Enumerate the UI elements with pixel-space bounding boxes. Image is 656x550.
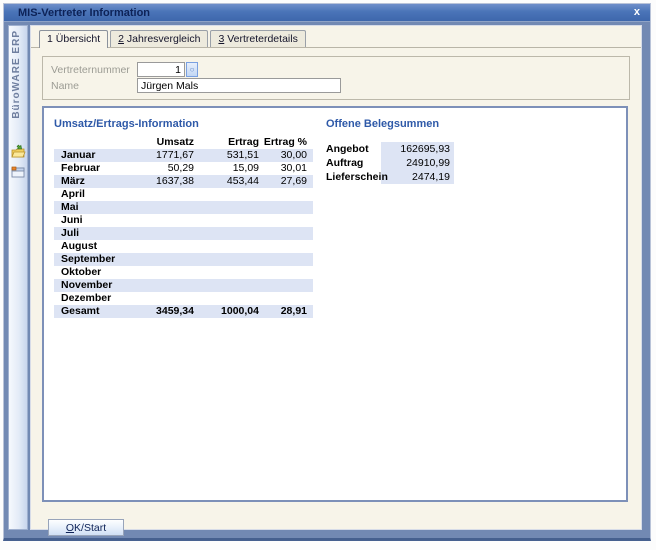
ok-start-button[interactable]: OK/Start: [48, 519, 124, 536]
dialog-footer: OK/Start: [48, 519, 641, 536]
table-row: Januar1771,67531,5130,00: [54, 149, 313, 162]
table-row: Juli: [54, 227, 313, 240]
window-title: MIS-Vertreter Information: [18, 7, 632, 19]
table-row: August: [54, 240, 313, 253]
name-label: Name: [51, 80, 137, 92]
name-input[interactable]: [137, 78, 341, 93]
lookup-button[interactable]: ○: [186, 62, 198, 77]
list-item: Angebot 162695,93: [326, 142, 454, 156]
vertreter-form: Vertreternummer ○ Name: [42, 56, 630, 100]
vertreternummer-input[interactable]: [137, 62, 185, 77]
open-folder-icon[interactable]: [10, 144, 26, 160]
title-bar: MIS-Vertreter Information x: [4, 4, 650, 22]
table-row: März1637,38453,4427,69: [54, 175, 313, 188]
table-row: Februar50,2915,0930,01: [54, 162, 313, 175]
col-ertrag-pct: Ertrag %: [259, 136, 313, 149]
umsatz-table: Umsatz Ertrag Ertrag % Januar1771,67531,…: [54, 136, 313, 318]
total-row: Gesamt 3459,34 1000,04 28,91: [54, 305, 313, 318]
dialog-content: 1 Übersicht 2 Jahresvergleich 3 Vertrete…: [30, 25, 642, 530]
table-row: April: [54, 188, 313, 201]
vertreternummer-label: Vertreternummer: [51, 64, 137, 76]
col-umsatz: Umsatz: [120, 136, 194, 149]
sidebar: BüroWARE ERP: [8, 25, 28, 530]
table-row: Dezember: [54, 292, 313, 305]
tab-vertreterdetails[interactable]: 3 Vertreterdetails: [210, 30, 305, 47]
app-window: MIS-Vertreter Information x BüroWARE ERP: [3, 3, 651, 541]
umsatz-section-title: Umsatz/Ertrags-Information: [54, 118, 314, 130]
window-icon[interactable]: [10, 164, 26, 180]
table-row: November: [54, 279, 313, 292]
tab-jahresvergleich[interactable]: 2 Jahresvergleich: [110, 30, 208, 47]
table-row: September: [54, 253, 313, 266]
umsatz-section: Umsatz/Ertrags-Information Umsatz Ertrag…: [54, 118, 314, 318]
tab-uebersicht[interactable]: 1 Übersicht: [39, 30, 108, 48]
umsatz-header-row: Umsatz Ertrag Ertrag %: [54, 136, 313, 149]
data-panel: Umsatz/Ertrags-Information Umsatz Ertrag…: [42, 106, 628, 502]
tab-bar: 1 Übersicht 2 Jahresvergleich 3 Vertrete…: [31, 26, 641, 48]
close-icon[interactable]: x: [632, 7, 642, 18]
table-row: Mai: [54, 201, 313, 214]
table-row: Juni: [54, 214, 313, 227]
beleg-section-title: Offene Belegsummen: [326, 118, 455, 130]
col-ertrag: Ertrag: [194, 136, 259, 149]
list-item: Lieferschein 2474,19: [326, 170, 454, 184]
table-row: Oktober: [54, 266, 313, 279]
brand-vertical-label: BüroWARE ERP: [11, 30, 22, 119]
list-item: Auftrag 24910,99: [326, 156, 454, 170]
beleg-table: Angebot 162695,93 Auftrag 24910,99 Liefe…: [326, 142, 454, 184]
beleg-section: Offene Belegsummen Angebot 162695,93 Auf…: [326, 118, 455, 184]
